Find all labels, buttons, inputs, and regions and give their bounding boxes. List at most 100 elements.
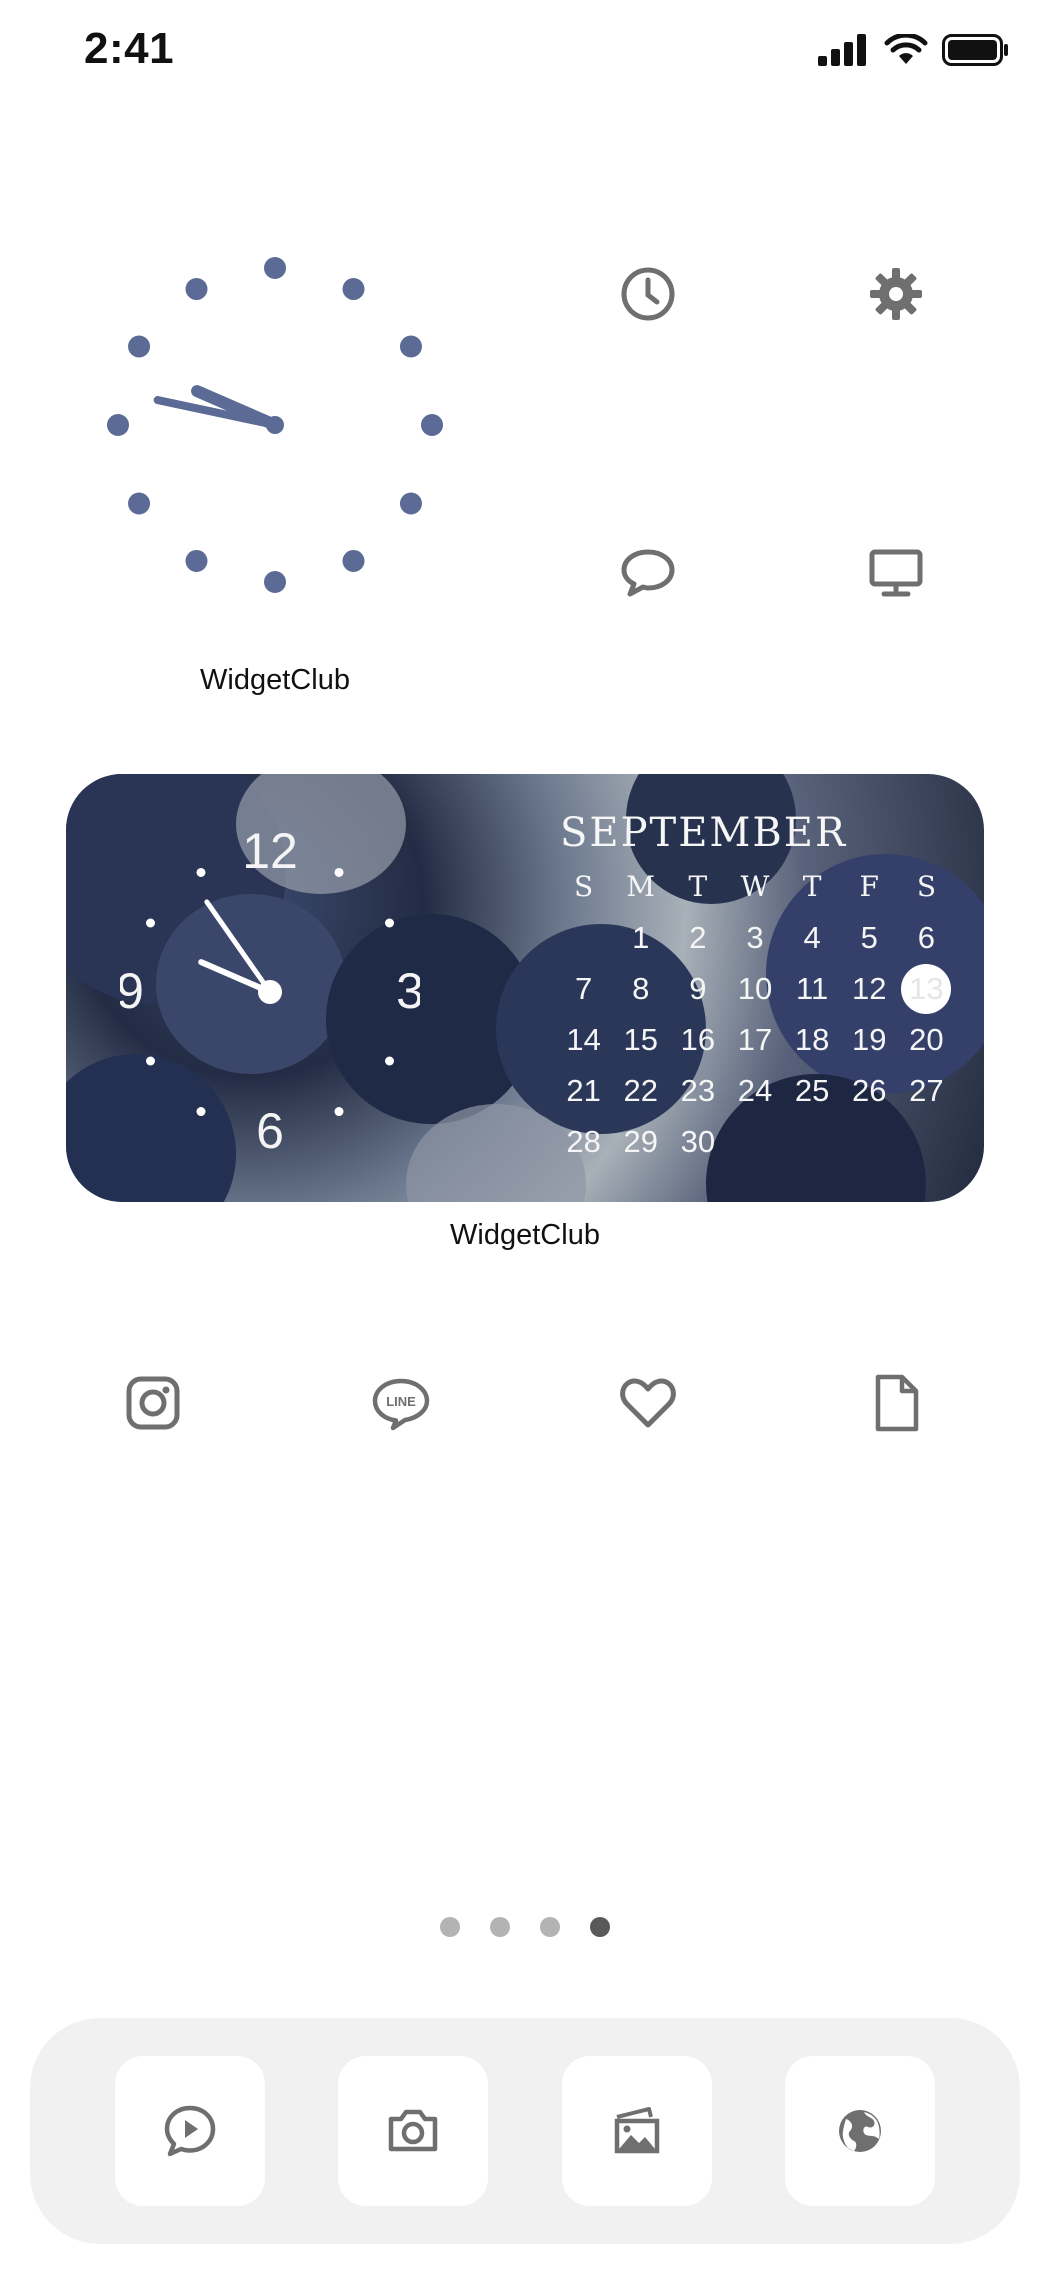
status-time: 2:41 bbox=[84, 24, 175, 73]
svg-text:LINE: LINE bbox=[386, 1394, 416, 1409]
messages-icon bbox=[621, 549, 675, 597]
tv-app-icon[interactable] bbox=[861, 537, 931, 607]
analog-clock-widget[interactable] bbox=[100, 250, 450, 600]
photo-clock-tick bbox=[334, 867, 344, 877]
photo-analog-clock: 12 3 6 9 bbox=[120, 823, 420, 1159]
photo-widget-label: WidgetClub bbox=[450, 1219, 600, 1251]
photos-icon bbox=[614, 2107, 659, 2154]
calendar-day: 16 bbox=[680, 1022, 716, 1057]
calendar-day: 15 bbox=[623, 1022, 658, 1057]
calendar-weekday: S bbox=[573, 870, 594, 903]
clock-hour-dot bbox=[264, 571, 286, 593]
clock-hour-dot bbox=[185, 549, 208, 572]
calendar-day: 14 bbox=[566, 1022, 601, 1057]
calendar-day: 12 bbox=[852, 971, 887, 1006]
calendar-day: 7 bbox=[574, 971, 593, 1006]
photo-clock-numeral: 12 bbox=[242, 823, 298, 879]
clock-hour-dot bbox=[185, 278, 208, 301]
calendar-day: 17 bbox=[737, 1022, 773, 1057]
clock-hour-dot bbox=[399, 492, 422, 515]
settings-icon bbox=[870, 268, 922, 320]
page-dot[interactable] bbox=[440, 1917, 460, 1937]
calendar-day: 10 bbox=[737, 971, 773, 1006]
instagram-icon bbox=[126, 1376, 180, 1430]
calendar-weekday: M bbox=[626, 870, 656, 903]
calendar-day: 27 bbox=[909, 1073, 944, 1108]
photo-clock-tick bbox=[145, 1056, 155, 1066]
clock-hour-dot bbox=[342, 549, 365, 572]
calendar-day: 6 bbox=[917, 920, 936, 955]
clock-hour-dot bbox=[107, 414, 129, 436]
heart-icon bbox=[620, 1378, 676, 1428]
page-dot[interactable] bbox=[540, 1917, 560, 1937]
calendar-day: 25 bbox=[794, 1073, 830, 1108]
page-dot[interactable] bbox=[590, 1917, 610, 1937]
clock-hour-dot bbox=[128, 335, 151, 358]
dock-video-chat[interactable] bbox=[114, 2056, 265, 2206]
calendar-grid: S M T W T F S 1 2 3 4 5 6 7 8 9 10 11 12 13 14 15 16 17 18 19 20 21… bbox=[555, 866, 955, 1162]
photo-clock-tick bbox=[196, 1107, 206, 1117]
clock-icon bbox=[621, 267, 675, 321]
photo-clock-tick bbox=[196, 867, 206, 877]
calendar-day: 21 bbox=[566, 1073, 601, 1108]
line-app-icon[interactable]: LINE bbox=[366, 1368, 436, 1438]
tv-icon bbox=[869, 549, 923, 597]
clock-center bbox=[266, 416, 284, 434]
battery-icon bbox=[942, 34, 1008, 66]
dock bbox=[30, 2018, 1020, 2244]
file-icon bbox=[875, 1374, 919, 1432]
file-app-icon[interactable] bbox=[861, 1368, 931, 1438]
photo-clock-numeral: 6 bbox=[256, 1103, 284, 1159]
analog-clock bbox=[107, 257, 443, 593]
calendar-day: 2 bbox=[689, 920, 707, 955]
calendar-day: 18 bbox=[794, 1022, 830, 1057]
dock-photos[interactable] bbox=[561, 2056, 712, 2206]
clock-hour-dot bbox=[421, 414, 443, 436]
clock-hour-dot bbox=[264, 257, 286, 279]
calendar-day: 5 bbox=[860, 920, 878, 955]
calendar-day: 4 bbox=[803, 920, 821, 955]
page-dot[interactable] bbox=[490, 1917, 510, 1937]
calendar-day: 9 bbox=[689, 971, 707, 1006]
settings-app-icon[interactable] bbox=[861, 259, 931, 329]
photo-clock-center bbox=[258, 980, 282, 1004]
dock-camera[interactable] bbox=[338, 2056, 489, 2206]
calendar-day: 8 bbox=[632, 971, 650, 1006]
calendar-weekday: W bbox=[740, 870, 770, 903]
dock-globe[interactable] bbox=[785, 2056, 936, 2206]
clock-hour-dot bbox=[399, 335, 422, 358]
clock-hour-dot bbox=[128, 492, 151, 515]
status-icons bbox=[818, 34, 1010, 66]
calendar-weekday: T bbox=[802, 870, 822, 903]
video-chat-icon bbox=[164, 2105, 215, 2157]
calendar-day: 20 bbox=[909, 1022, 944, 1057]
photo-clock-numeral: 9 bbox=[120, 963, 144, 1019]
calendar-month: SEPTEMBER bbox=[560, 810, 848, 856]
calendar-day: 30 bbox=[680, 1124, 716, 1159]
clock-hour-dot bbox=[342, 278, 365, 301]
calendar-day: 28 bbox=[566, 1124, 601, 1159]
page-indicator[interactable] bbox=[0, 1917, 1050, 1937]
calendar-weekday: S bbox=[916, 870, 936, 903]
calendar-day: 23 bbox=[680, 1073, 716, 1108]
instagram-app-icon[interactable] bbox=[118, 1368, 188, 1438]
clock-app-icon[interactable] bbox=[613, 259, 683, 329]
clock-widget-label: WidgetClub bbox=[200, 664, 350, 696]
calendar-blank bbox=[555, 917, 612, 958]
calendar-day: 24 bbox=[737, 1073, 773, 1108]
calendar-weekday: T bbox=[688, 870, 708, 903]
line-icon: LINE bbox=[372, 1378, 430, 1431]
calendar-day: 26 bbox=[852, 1073, 887, 1108]
calendar-today: 13 bbox=[898, 963, 955, 1014]
photo-clock-tick bbox=[385, 1056, 395, 1066]
calendar-day: 3 bbox=[746, 920, 764, 955]
globe-icon bbox=[839, 2110, 882, 2152]
heart-app-icon[interactable] bbox=[613, 1368, 683, 1438]
calendar-weekday: F bbox=[859, 870, 879, 903]
wifi-icon bbox=[884, 34, 928, 64]
calendar-day: 1 bbox=[632, 920, 650, 955]
messages-app-icon[interactable] bbox=[613, 537, 683, 607]
photo-clock-tick bbox=[334, 1107, 344, 1117]
calendar-day: 11 bbox=[796, 971, 829, 1006]
photo-clock-numeral: 3 bbox=[396, 963, 420, 1019]
